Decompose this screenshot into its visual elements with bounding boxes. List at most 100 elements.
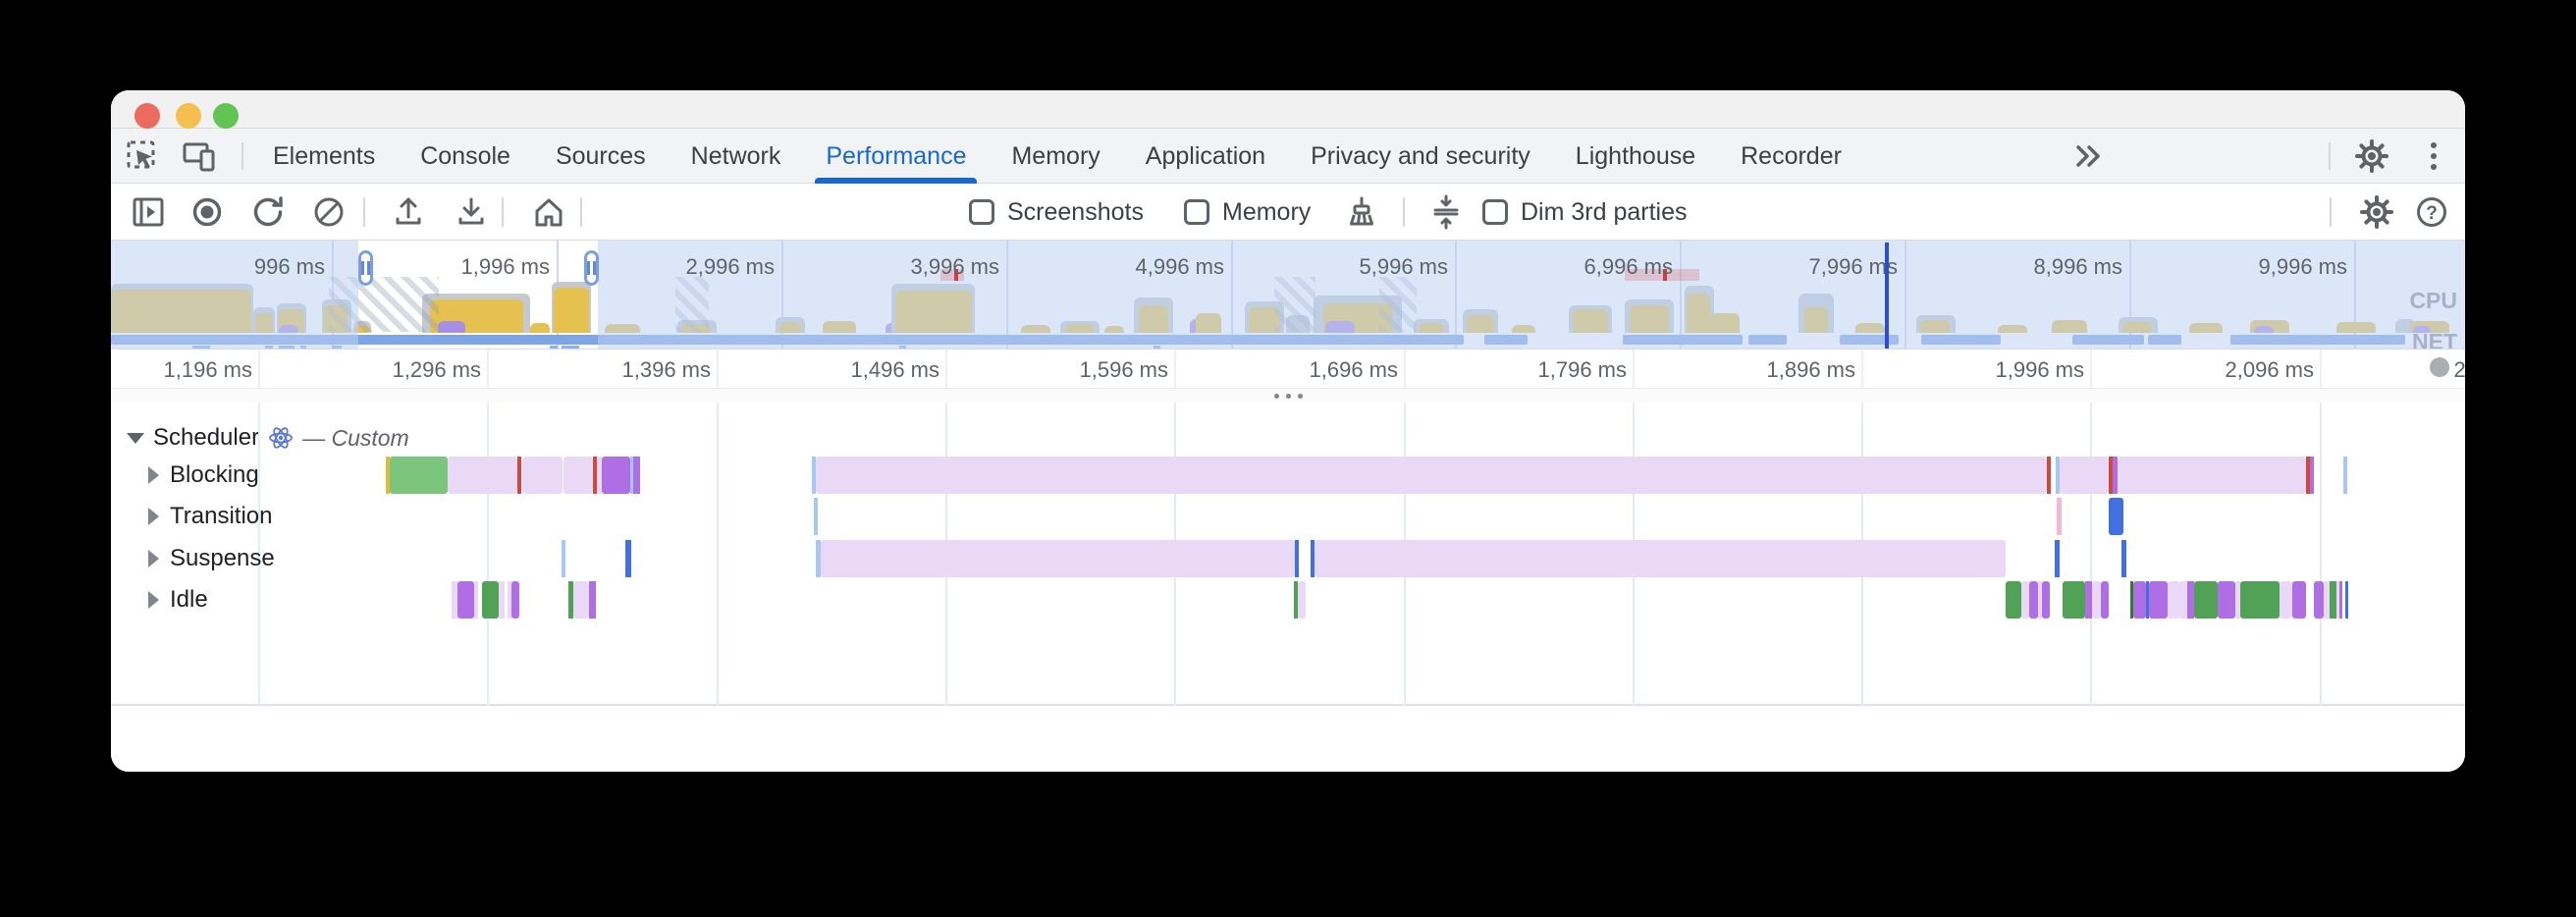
download-profile-icon[interactable] — [450, 191, 493, 233]
collapse-chart-icon[interactable] — [1424, 191, 1468, 233]
flame-chart-tracks[interactable]: Scheduler — Custom Blocking Transition Sus… — [111, 403, 2465, 706]
settings-gear-icon[interactable] — [2350, 136, 2393, 176]
flame-chart-entry[interactable] — [2085, 581, 2092, 619]
gc-icon[interactable] — [1340, 191, 1383, 233]
track-row-suspense[interactable]: Suspense — [148, 540, 275, 577]
flame-chart-entry[interactable] — [2057, 498, 2062, 535]
flame-chart-entry[interactable] — [633, 457, 640, 494]
upload-profile-icon[interactable] — [387, 191, 430, 233]
checkbox-box[interactable] — [969, 199, 994, 225]
track-group-scheduler[interactable]: Scheduler — Custom — [127, 424, 409, 452]
more-menu-icon[interactable] — [2412, 136, 2455, 176]
flame-chart-entry[interactable] — [2240, 581, 2280, 619]
flame-chart-entry[interactable] — [2314, 581, 2324, 619]
flame-chart-entry[interactable] — [499, 581, 505, 619]
flame-chart-entry[interactable] — [2092, 581, 2101, 619]
flame-chart-entry[interactable] — [517, 457, 521, 494]
flame-chart-entry[interactable] — [457, 581, 474, 619]
inspect-icon[interactable] — [121, 136, 164, 176]
reload-icon[interactable] — [246, 191, 290, 233]
flame-chart-entry[interactable] — [625, 540, 631, 577]
expand-triangle-icon[interactable] — [148, 591, 159, 609]
flame-chart-entry[interactable] — [2063, 581, 2085, 619]
flame-chart-entry[interactable] — [562, 540, 565, 577]
flame-chart-entry[interactable] — [821, 540, 1295, 577]
checkbox-memory[interactable]: Memory — [1184, 184, 1311, 241]
flame-chart-entry[interactable] — [2021, 581, 2029, 619]
flame-chart-entry[interactable] — [2042, 581, 2050, 619]
track-row-blocking[interactable]: Blocking — [148, 457, 259, 494]
flame-chart-entry[interactable] — [2006, 581, 2021, 619]
flame-chart-entry[interactable] — [2029, 581, 2038, 619]
track-row-transition[interactable]: Transition — [148, 498, 272, 535]
toggle-sidebar-icon[interactable] — [127, 191, 170, 233]
flame-chart-entry[interactable] — [2180, 581, 2187, 619]
track-row-idle[interactable]: Idle — [148, 581, 208, 619]
help-icon[interactable]: ? — [2410, 191, 2453, 233]
flame-chart-entry[interactable] — [589, 581, 596, 619]
tab-lighthouse[interactable]: Lighthouse — [1553, 129, 1718, 184]
selection-right-handle[interactable] — [584, 250, 599, 286]
flame-chart-entry[interactable] — [602, 457, 630, 494]
flame-chart-entry[interactable] — [816, 457, 2047, 494]
horizontal-scrollbar-thumb[interactable] — [2430, 357, 2449, 377]
flame-chart-entry[interactable] — [2330, 581, 2336, 619]
expand-triangle-icon[interactable] — [148, 550, 159, 567]
flame-chart-entry[interactable] — [448, 457, 517, 494]
home-icon[interactable] — [527, 191, 570, 233]
minimize-window-button[interactable] — [176, 103, 201, 129]
tab-application[interactable]: Application — [1123, 129, 1288, 184]
device-toolbar-icon[interactable] — [178, 136, 221, 176]
collapse-triangle-icon[interactable] — [127, 433, 144, 444]
tab-performance[interactable]: Performance — [803, 129, 989, 184]
flame-chart-entry[interactable] — [2055, 540, 2060, 577]
flame-chart-entry[interactable] — [522, 457, 563, 494]
flame-chart-entry[interactable] — [564, 457, 593, 494]
tab-network[interactable]: Network — [669, 129, 804, 184]
flame-chart-entry[interactable] — [2133, 581, 2146, 619]
flame-chart-entry[interactable] — [474, 581, 478, 619]
flame-chart-entry[interactable] — [2121, 540, 2126, 577]
flame-chart-entry[interactable] — [2218, 581, 2235, 619]
flame-chart-entry[interactable] — [2109, 498, 2123, 535]
capture-settings-gear-icon[interactable] — [2355, 191, 2398, 233]
flame-chart-entry[interactable] — [2339, 581, 2342, 619]
flame-chart-entry[interactable] — [1315, 540, 2006, 577]
flame-chart-entry[interactable] — [511, 581, 519, 619]
more-tabs-button[interactable] — [2067, 136, 2111, 176]
zoom-window-button[interactable] — [213, 103, 239, 129]
flame-chart-entry[interactable] — [2187, 581, 2194, 619]
tab-console[interactable]: Console — [398, 129, 533, 184]
playhead-line[interactable] — [1885, 243, 1889, 349]
tab-elements[interactable]: Elements — [250, 129, 398, 184]
flame-chart-entry[interactable] — [2292, 581, 2306, 619]
checkbox-screenshots[interactable]: Screenshots — [969, 184, 1144, 241]
tab-sources[interactable]: Sources — [533, 129, 669, 184]
tab-memory[interactable]: Memory — [989, 129, 1122, 184]
record-icon[interactable] — [186, 191, 229, 233]
checkbox-box[interactable] — [1184, 199, 1209, 225]
tab-privacy-and-security[interactable]: Privacy and security — [1288, 129, 1553, 184]
flame-chart-entry[interactable] — [2047, 457, 2051, 494]
flame-chart-entry[interactable] — [2194, 581, 2218, 619]
panel-resize-handle[interactable] — [111, 389, 2465, 403]
flame-chart-entry[interactable] — [573, 581, 589, 619]
expand-triangle-icon[interactable] — [148, 508, 159, 525]
flame-chart-entry[interactable] — [2060, 457, 2109, 494]
selection-left-handle[interactable] — [358, 250, 373, 286]
flame-chart-entry[interactable] — [2101, 581, 2109, 619]
flame-chart-entry[interactable] — [2345, 581, 2348, 619]
flame-chart-entry[interactable] — [1295, 540, 1299, 577]
flame-chart-entry[interactable] — [1298, 581, 1306, 619]
flame-chart-entry[interactable] — [2149, 581, 2168, 619]
checkbox-box[interactable] — [1482, 199, 1508, 225]
clear-icon[interactable] — [307, 191, 350, 233]
flame-chart-entry[interactable] — [390, 457, 448, 494]
close-window-button[interactable] — [134, 103, 160, 129]
expand-triangle-icon[interactable] — [148, 466, 159, 484]
flame-chart-entry[interactable] — [2310, 457, 2314, 494]
flame-chart-entry[interactable] — [482, 581, 499, 619]
flame-chart-entry[interactable] — [2343, 457, 2347, 494]
timeline-overview[interactable]: CPU NET 996 ms1,996 ms2,996 ms3,996 ms4,… — [111, 241, 2465, 350]
flame-chart-entry[interactable] — [2118, 457, 2306, 494]
